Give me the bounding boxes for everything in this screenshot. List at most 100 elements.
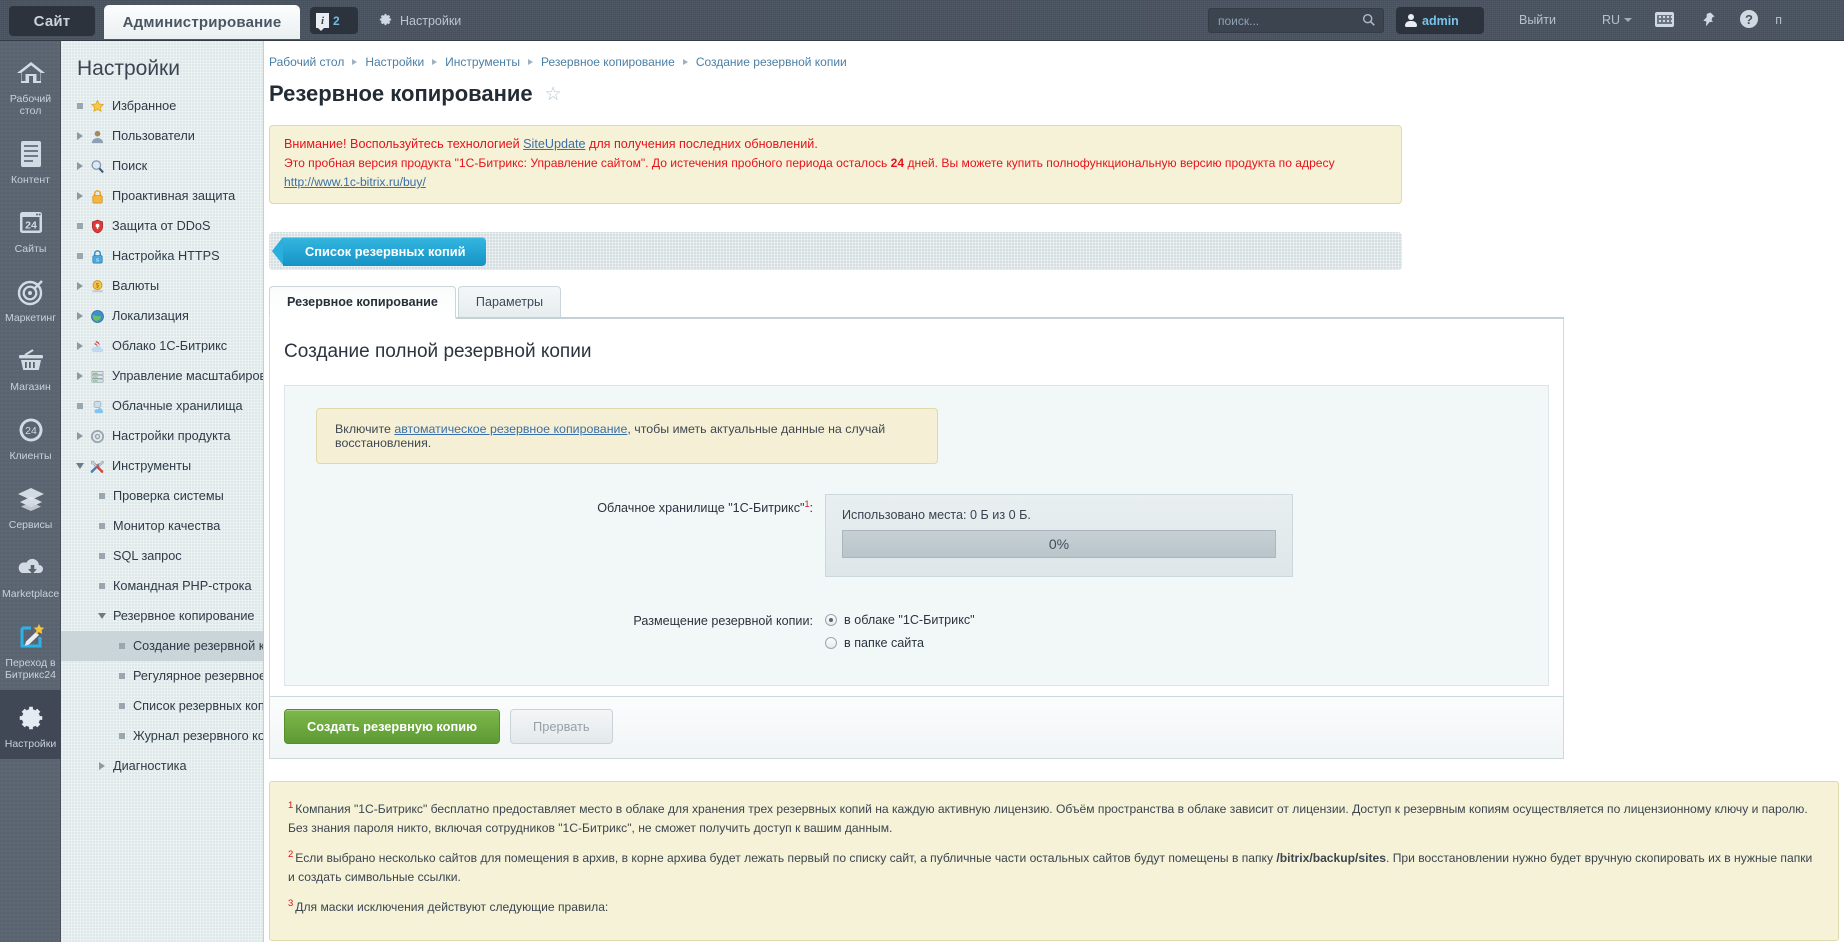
header-settings-link[interactable]: Настройки — [378, 12, 461, 30]
auto-backup-note: Включите автоматическое резервное копиро… — [316, 408, 938, 464]
breadcrumb-item-2[interactable]: Инструменты — [445, 55, 520, 69]
header-tab-site[interactable]: Сайт — [9, 6, 95, 36]
chevron-right-icon[interactable] — [73, 372, 87, 380]
settings-menu-item[interactable]: Облако 1С-Битрикс — [61, 331, 263, 361]
settings-menu-item[interactable]: Пользователи — [61, 121, 263, 151]
abort-button[interactable]: Прервать — [510, 709, 613, 744]
auto-backup-link[interactable]: автоматическое резервное копирование — [394, 422, 627, 436]
buy-link[interactable]: http://www.1c-bitrix.ru/buy/ — [284, 175, 426, 189]
footnote-1-text: Компания "1С-Битрикс" бесплатно предоста… — [288, 802, 1808, 836]
clients-24-icon: 24 — [2, 415, 59, 445]
chevron-right-icon — [682, 59, 688, 65]
settings-menu-item-label: Облако 1С-Битрикс — [112, 339, 228, 353]
user-menu-button[interactable]: admin — [1396, 7, 1484, 34]
bullet-icon — [95, 493, 109, 499]
global-search-box[interactable] — [1208, 8, 1384, 33]
list-backups-button[interactable]: Список резервных копий — [272, 236, 486, 266]
tab-parameters[interactable]: Параметры — [457, 286, 562, 317]
settings-menu-item[interactable]: SQL запрос — [61, 541, 263, 571]
radio-option-site-folder[interactable]: в папке сайта — [825, 636, 975, 650]
settings-menu-item[interactable]: Локализация — [61, 301, 263, 331]
rail-label: Marketplace — [2, 588, 60, 600]
settings-menu-item[interactable]: Монитор качества — [61, 511, 263, 541]
rail-item-marketing[interactable]: Маркетинг — [0, 264, 61, 333]
settings-menu-item-label: Защита от DDoS — [112, 219, 211, 233]
chevron-right-icon[interactable] — [73, 162, 87, 170]
settings-menu-item[interactable]: Облачные хранилища — [61, 391, 263, 421]
chevron-right-icon[interactable] — [73, 132, 87, 140]
settings-menu-item[interactable]: Резервное копирование — [61, 601, 263, 631]
rail-item-marketplace[interactable]: Marketplace — [0, 540, 61, 609]
settings-menu-item[interactable]: Поиск — [61, 151, 263, 181]
settings-menu-item[interactable]: Избранное — [61, 91, 263, 121]
notifications-button[interactable]: i 2 — [310, 7, 358, 34]
language-label: RU — [1601, 13, 1620, 27]
settings-menu-item[interactable]: Управление масштабирова — [61, 361, 263, 391]
search-icon[interactable] — [1362, 13, 1376, 27]
radio-site-folder-label: в папке сайта — [844, 636, 924, 650]
siteupdate-link[interactable]: SiteUpdate — [523, 137, 585, 151]
settings-menu-item[interactable]: Журнал резервного ког — [61, 721, 263, 751]
settings-menu-item[interactable]: Инструменты — [61, 451, 263, 481]
rail-item-services[interactable]: Сервисы — [0, 471, 61, 540]
settings-menu-item[interactable]: Список резервных копи — [61, 691, 263, 721]
language-selector[interactable]: RU — [1602, 13, 1632, 27]
rail-item-bitrix24[interactable]: Переход в Битрикс24 — [0, 609, 61, 690]
settings-menu-item-label: Пользователи — [112, 129, 195, 143]
settings-menu-item[interactable]: Диагностика — [61, 751, 263, 781]
help-label[interactable]: п — [1775, 13, 1782, 27]
cloud-storage-label: Облачное хранилище "1С-Битрикс"1: — [303, 494, 813, 515]
settings-menu-item[interactable]: Проактивная защита — [61, 181, 263, 211]
settings-menu-item-label: Инструменты — [112, 459, 192, 473]
rail-item-desktop[interactable]: Рабочий стол — [0, 41, 61, 126]
breadcrumb-item-4[interactable]: Создание резервной копии — [696, 55, 847, 69]
settings-menu-item[interactable]: Защита от DDoS — [61, 211, 263, 241]
chevron-right-icon[interactable] — [73, 312, 87, 320]
auto-note-prefix: Включите — [335, 422, 395, 436]
rail-item-sites[interactable]: 24 Сайты — [0, 195, 61, 264]
settings-menu-item[interactable]: Проверка системы — [61, 481, 263, 511]
storage-used-label: Использовано места: 0 Б из 0 Б. — [842, 508, 1031, 522]
settings-menu-item[interactable]: Командная PHP-строка — [61, 571, 263, 601]
create-backup-button[interactable]: Создать резервную копию — [284, 709, 501, 744]
bullet-icon — [95, 583, 109, 589]
rail-item-settings[interactable]: Настройки — [0, 690, 61, 759]
breadcrumb-item-1[interactable]: Настройки — [365, 55, 424, 69]
settings-menu-item-label: Командная PHP-строка — [113, 579, 252, 593]
radio-cloud-input[interactable] — [825, 614, 837, 626]
pin-icon[interactable] — [1700, 11, 1716, 28]
settings-menu-item[interactable]: $ Валюты — [61, 271, 263, 301]
breadcrumb-item-3[interactable]: Резервное копирование — [541, 55, 675, 69]
rail-item-content[interactable]: Контент — [0, 126, 61, 195]
help-icon[interactable]: ? — [1740, 10, 1758, 28]
chevron-right-icon[interactable] — [73, 342, 87, 350]
settings-menu-item[interactable]: Регулярное резервное — [61, 661, 263, 691]
search-input[interactable] — [1209, 9, 1359, 32]
chevron-right-icon — [352, 59, 358, 65]
rail-item-clients[interactable]: 24 Клиенты — [0, 402, 61, 471]
chevron-down-icon[interactable] — [95, 613, 109, 619]
chevron-right-icon[interactable] — [73, 432, 87, 440]
breadcrumb: Рабочий стол Настройки Инструменты Резер… — [264, 41, 1844, 69]
favorite-star-icon[interactable]: ☆ — [545, 83, 562, 106]
breadcrumb-item-0[interactable]: Рабочий стол — [269, 55, 344, 69]
radio-option-cloud[interactable]: в облаке "1С-Битрикс" — [825, 613, 975, 627]
header-tab-administration[interactable]: Администрирование — [104, 5, 300, 39]
chevron-right-icon[interactable] — [73, 192, 87, 200]
notification-count: 2 — [333, 13, 340, 28]
bullet-icon — [73, 403, 87, 409]
tab-backup[interactable]: Резервное копирование — [269, 286, 456, 319]
radio-site-folder-input[interactable] — [825, 637, 837, 649]
settings-menu-item[interactable]: s Настройка HTTPS — [61, 241, 263, 271]
rail-item-shop[interactable]: Магазин — [0, 333, 61, 402]
rail-label: Контент — [11, 174, 50, 186]
rail-label: Клиенты — [9, 450, 52, 462]
chevron-right-icon[interactable] — [95, 762, 109, 770]
cloud-storage-icon — [87, 399, 107, 414]
keyboard-icon[interactable] — [1655, 12, 1674, 27]
settings-menu-item[interactable]: Создание резервной ко — [61, 631, 263, 661]
settings-menu-item[interactable]: Настройки продукта — [61, 421, 263, 451]
chevron-right-icon[interactable] — [73, 282, 87, 290]
logout-link[interactable]: Выйти — [1519, 13, 1556, 27]
chevron-down-icon[interactable] — [73, 463, 87, 469]
